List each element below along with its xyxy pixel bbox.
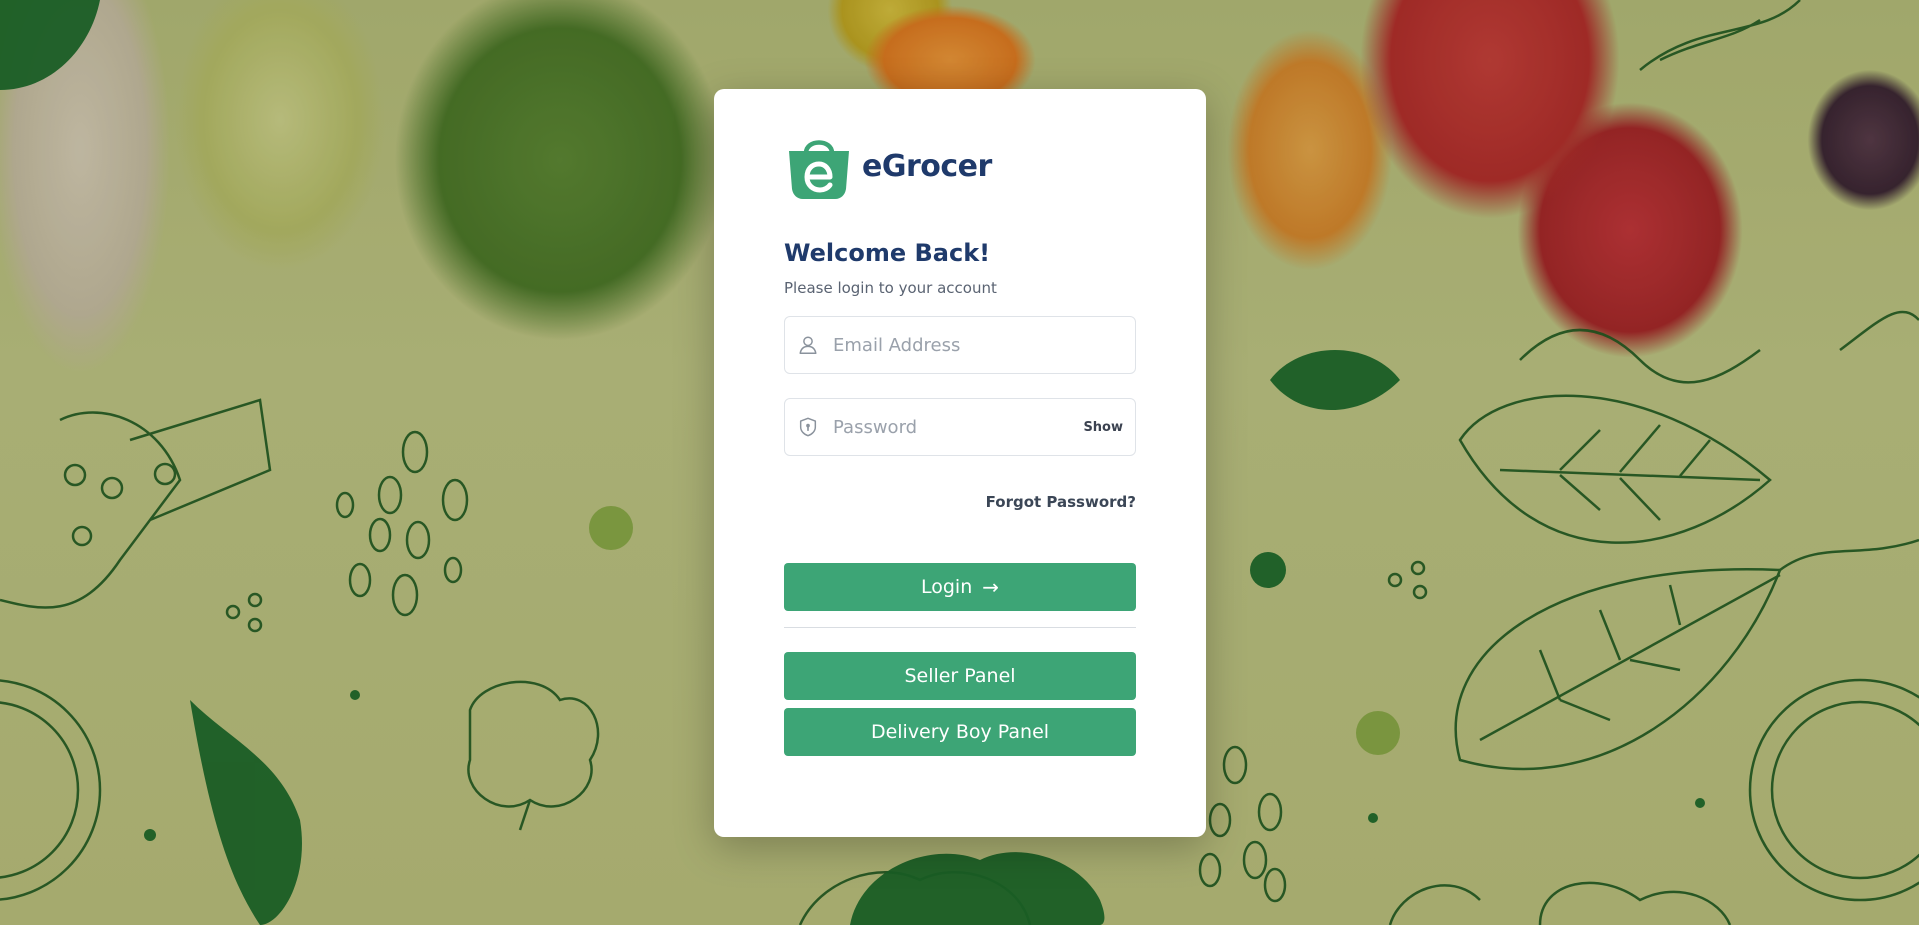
seller-panel-button[interactable]: Seller Panel [784,652,1136,700]
password-field[interactable]: Show [784,398,1136,456]
password-input[interactable] [819,399,1084,455]
welcome-subheading: Please login to your account [784,279,997,297]
brand: eGrocer [784,131,992,201]
shield-icon [799,417,817,437]
email-input[interactable] [819,317,1135,373]
show-password-button[interactable]: Show [1083,420,1123,435]
arrow-right-icon: → [982,575,1000,599]
delivery-boy-panel-button[interactable]: Delivery Boy Panel [784,708,1136,756]
email-field[interactable] [784,316,1136,374]
brand-name: eGrocer [862,148,992,184]
shopping-bag-e-icon [789,140,849,199]
login-card: eGrocer Welcome Back! Please login to yo… [714,89,1206,837]
login-button-label: Login [920,576,973,598]
user-icon [799,336,817,354]
divider [784,627,1136,628]
login-button[interactable]: Login → [784,563,1136,611]
forgot-password-link[interactable]: Forgot Password? [986,493,1136,511]
welcome-heading: Welcome Back! [784,239,991,267]
